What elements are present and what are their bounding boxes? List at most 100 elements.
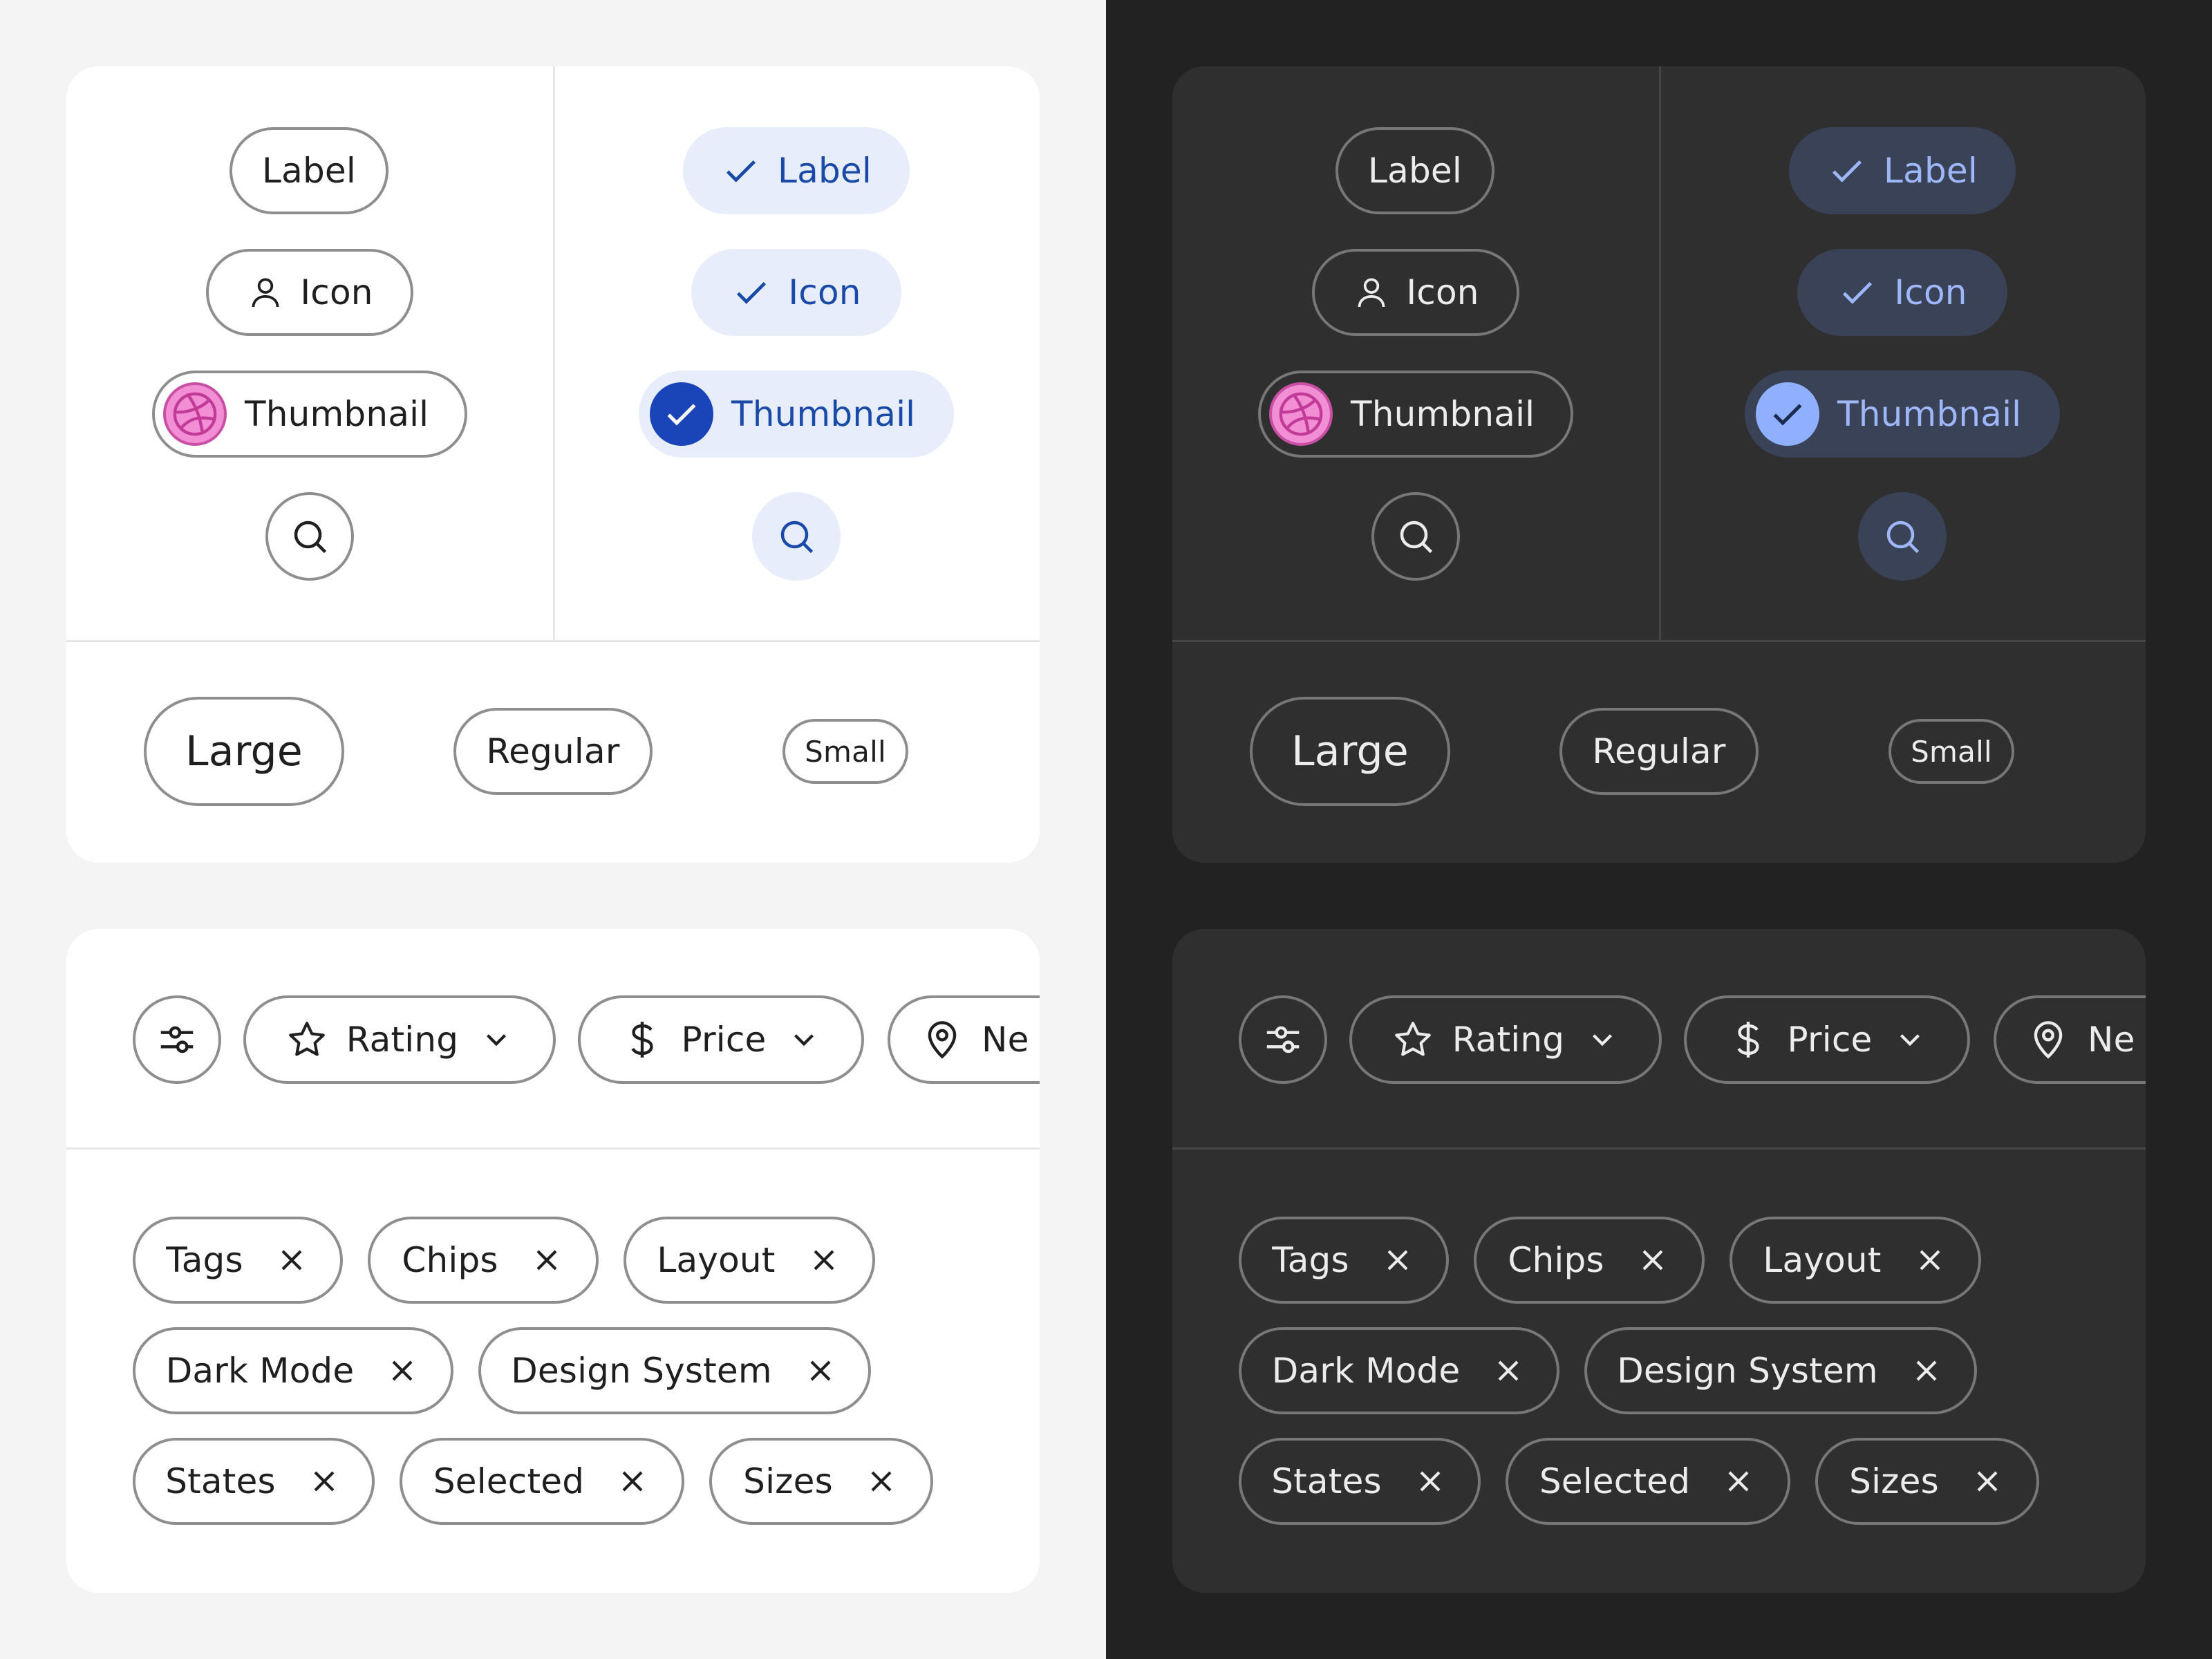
tag-chip[interactable]: Layout	[1730, 1217, 1981, 1304]
price-filter-chip[interactable]: Price	[1684, 995, 1970, 1084]
chip-label: Layout	[1763, 1240, 1882, 1280]
large-chip[interactable]: Large	[1250, 697, 1450, 806]
tag-chip[interactable]: Selected	[400, 1438, 684, 1525]
chip-label: Selected	[433, 1461, 585, 1501]
chevron-down-icon	[1593, 1034, 1613, 1047]
tag-chip[interactable]: Sizes	[1815, 1438, 2039, 1525]
close-icon[interactable]	[1969, 1463, 2005, 1499]
tag-chip[interactable]: Dark Mode	[1239, 1327, 1559, 1414]
chip-label: Rating	[346, 1020, 459, 1060]
chip-label: Selected	[1539, 1461, 1691, 1501]
chip-label: Ne	[2088, 1020, 2135, 1060]
close-icon[interactable]	[1635, 1242, 1671, 1278]
chevron-down-icon	[794, 1034, 814, 1047]
filter-and-tags-card: Rating Price Ne Tags Chips Layout Dark M…	[66, 929, 1040, 1593]
close-icon[interactable]	[384, 1353, 420, 1389]
close-icon[interactable]	[1380, 1242, 1416, 1278]
chip-label: Design System	[511, 1351, 772, 1391]
close-icon[interactable]	[1909, 1353, 1944, 1389]
nearby-filter-chip[interactable]: Ne	[888, 995, 1040, 1084]
close-icon[interactable]	[1721, 1463, 1756, 1499]
close-icon[interactable]	[529, 1242, 565, 1278]
dark-theme-panel: Label Icon Thumbnail Label Icon Thumbnai…	[1106, 0, 2212, 1659]
tag-chip[interactable]: Sizes	[709, 1438, 933, 1525]
tag-chip[interactable]: Selected	[1506, 1438, 1790, 1525]
tag-chip[interactable]: Tags	[133, 1217, 343, 1304]
chip-label: Dark Mode	[165, 1351, 355, 1391]
tag-chip[interactable]: Dark Mode	[133, 1327, 453, 1414]
tag-chip[interactable]: States	[133, 1438, 375, 1525]
filter-chip-row[interactable]: Rating Price Ne	[66, 929, 1040, 1143]
selected-search-chip[interactable]	[752, 492, 841, 581]
nearby-filter-chip[interactable]: Ne	[1994, 995, 2146, 1084]
close-icon[interactable]	[1912, 1242, 1948, 1278]
regular-chip[interactable]: Regular	[1559, 708, 1759, 795]
close-icon[interactable]	[1490, 1353, 1526, 1389]
check-icon	[727, 160, 756, 182]
search-icon	[1886, 521, 1920, 554]
search-chip[interactable]	[1371, 492, 1460, 581]
thumbnail-chip[interactable]: Thumbnail	[1258, 371, 1573, 458]
selected-icon-chip[interactable]: Icon	[691, 249, 901, 336]
search-chip[interactable]	[265, 492, 354, 581]
tag-chip[interactable]: Design System	[1584, 1327, 1977, 1414]
small-chip[interactable]: Small	[782, 719, 908, 784]
close-icon[interactable]	[306, 1463, 342, 1499]
chip-label: Thumbnail	[731, 394, 916, 434]
price-filter-chip[interactable]: Price	[578, 995, 864, 1084]
star-icon	[1394, 1022, 1431, 1056]
location-pin-icon	[2034, 1021, 2063, 1059]
chip-label: Icon	[300, 272, 373, 312]
label-chip[interactable]: Label	[1335, 127, 1494, 214]
check-circle-icon	[650, 382, 713, 446]
selected-icon-chip[interactable]: Icon	[1797, 249, 2007, 336]
close-icon[interactable]	[863, 1463, 899, 1499]
large-chip[interactable]: Large	[144, 697, 344, 806]
close-icon[interactable]	[803, 1353, 838, 1389]
chip-label: Icon	[1406, 272, 1479, 312]
chip-label: Dark Mode	[1271, 1351, 1461, 1391]
selected-thumbnail-chip[interactable]: Thumbnail	[1745, 371, 2060, 458]
label-chip[interactable]: Label	[229, 127, 388, 214]
chip-label: Rating	[1452, 1020, 1565, 1060]
chip-label: Price	[1787, 1020, 1873, 1060]
divider	[553, 66, 555, 640]
thumbnail-chip[interactable]: Thumbnail	[152, 371, 467, 458]
close-icon[interactable]	[806, 1242, 842, 1278]
chip-label: Tags	[166, 1240, 243, 1280]
selected-search-chip[interactable]	[1858, 492, 1947, 581]
icon-chip[interactable]: Icon	[206, 249, 413, 336]
dollar-icon	[630, 1022, 653, 1058]
chip-label: Thumbnail	[245, 394, 429, 434]
tag-chip[interactable]: Chips	[1474, 1217, 1705, 1304]
regular-chip[interactable]: Regular	[453, 708, 653, 795]
tag-chip[interactable]: Design System	[478, 1327, 871, 1414]
tag-chip[interactable]: States	[1239, 1438, 1481, 1525]
check-icon	[737, 281, 767, 304]
divider	[66, 1147, 1040, 1150]
chip-variants-card: Label Icon Thumbnail Label Icon Thumbnai…	[66, 66, 1040, 863]
location-pin-icon	[928, 1021, 957, 1059]
icon-chip[interactable]: Icon	[1312, 249, 1519, 336]
rating-filter-chip[interactable]: Rating	[243, 995, 556, 1084]
filter-settings-chip[interactable]	[1239, 995, 1327, 1084]
tag-chip[interactable]: Layout	[624, 1217, 875, 1304]
chip-label: Regular	[1592, 731, 1726, 771]
tag-chip[interactable]: Tags	[1239, 1217, 1449, 1304]
selected-label-chip[interactable]: Label	[683, 127, 910, 214]
close-icon[interactable]	[1412, 1463, 1448, 1499]
filter-chip-row[interactable]: Rating Price Ne	[1172, 929, 2146, 1143]
tag-chip[interactable]: Chips	[368, 1217, 599, 1304]
check-icon	[1843, 281, 1873, 304]
filter-settings-chip[interactable]	[133, 995, 221, 1084]
selected-label-chip[interactable]: Label	[1789, 127, 2016, 214]
chip-label: Label	[1884, 151, 1978, 191]
rating-filter-chip[interactable]: Rating	[1349, 995, 1662, 1084]
chip-label: Chips	[1508, 1240, 1604, 1280]
small-chip[interactable]: Small	[1888, 719, 2014, 784]
close-icon[interactable]	[615, 1463, 650, 1499]
selected-thumbnail-chip[interactable]: Thumbnail	[639, 371, 954, 458]
star-icon	[288, 1022, 325, 1056]
chip-label: States	[1271, 1461, 1382, 1501]
close-icon[interactable]	[274, 1242, 310, 1278]
